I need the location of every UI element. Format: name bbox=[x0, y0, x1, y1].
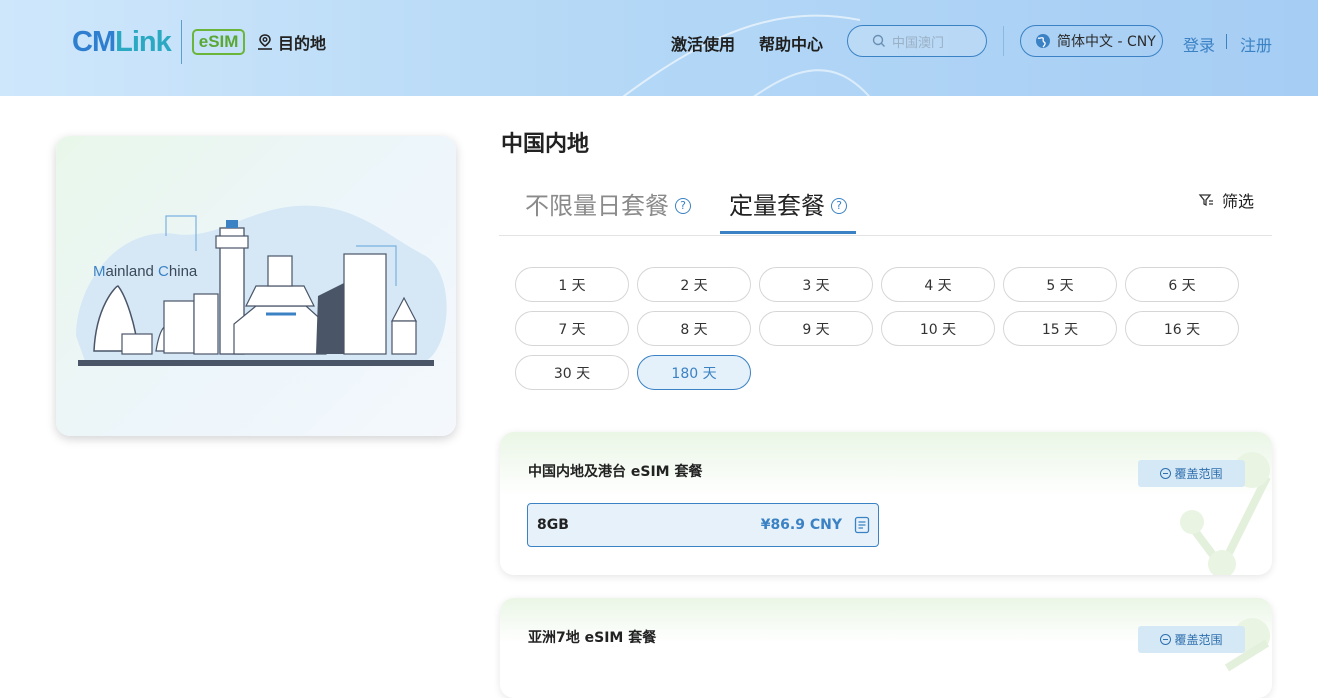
minus-circle-icon bbox=[1160, 468, 1172, 479]
duration-chip-6[interactable]: 6 天 bbox=[1125, 267, 1239, 302]
duration-chip-30[interactable]: 30 天 bbox=[515, 355, 629, 390]
page-title: 中国内地 bbox=[501, 132, 590, 157]
active-tab-indicator bbox=[720, 231, 856, 234]
search-placeholder: 中国澳门 bbox=[892, 35, 945, 51]
package-card: 亚洲7地 eSIM 套餐 覆盖范围 bbox=[500, 598, 1272, 698]
tabs-divider bbox=[499, 235, 1272, 236]
duration-chip-5[interactable]: 5 天 bbox=[1003, 267, 1117, 302]
duration-chip-15[interactable]: 15 天 bbox=[1003, 311, 1117, 346]
duration-chip-10[interactable]: 10 天 bbox=[881, 311, 995, 346]
coverage-button[interactable]: 覆盖范围 bbox=[1138, 460, 1245, 487]
auth-separator bbox=[1226, 34, 1227, 49]
location-pin-icon bbox=[258, 34, 272, 50]
globe-icon bbox=[1036, 34, 1050, 48]
duration-chip-9[interactable]: 9 天 bbox=[759, 311, 873, 346]
plan-option-selected[interactable]: 8GB ¥86.9 CNY bbox=[527, 503, 879, 547]
help-icon[interactable]: ? bbox=[831, 197, 847, 214]
help-icon[interactable]: ? bbox=[675, 197, 691, 214]
login-link[interactable]: 登录 bbox=[1183, 32, 1215, 56]
filter-label: 筛选 bbox=[1222, 192, 1255, 211]
destination-illustration: Mainland China bbox=[56, 136, 456, 436]
cmlink-wordmark: CMLink bbox=[72, 25, 172, 58]
coverage-button[interactable]: 覆盖范围 bbox=[1138, 626, 1245, 653]
minus-circle-icon bbox=[1160, 634, 1172, 645]
city-skyline-illustration: Mainland China bbox=[76, 205, 447, 366]
register-link[interactable]: 注册 bbox=[1240, 32, 1272, 56]
duration-chip-1[interactable]: 1 天 bbox=[515, 267, 629, 302]
search-icon bbox=[872, 34, 885, 47]
package-card: 中国内地及港台 eSIM 套餐 覆盖范围 8GB ¥86.9 CNY bbox=[500, 432, 1272, 575]
filter-button[interactable]: 筛选 bbox=[1198, 188, 1254, 212]
language-currency-selector[interactable]: 简体中文 - CNY bbox=[1020, 25, 1163, 57]
logo-divider bbox=[180, 20, 182, 64]
header-divider bbox=[1003, 26, 1004, 56]
package-title: 中国内地及港台 eSIM 套餐 bbox=[528, 464, 703, 480]
plan-data-amount: 8GB bbox=[537, 517, 569, 533]
search-input[interactable]: 中国澳门 bbox=[847, 25, 987, 57]
cmlink-esim-logo[interactable]: CMLink eSIM bbox=[72, 18, 246, 66]
destination-link[interactable]: 目的地 bbox=[256, 30, 326, 54]
esim-badge: eSIM bbox=[191, 29, 246, 55]
filter-icon bbox=[1198, 194, 1213, 207]
destination-label: 目的地 bbox=[278, 34, 327, 53]
duration-chip-8[interactable]: 8 天 bbox=[637, 311, 751, 346]
nav-activate[interactable]: 激活使用 bbox=[671, 31, 735, 55]
language-label: 简体中文 - CNY bbox=[1057, 34, 1156, 50]
package-decoration bbox=[1180, 452, 1271, 575]
duration-chip-4[interactable]: 4 天 bbox=[881, 267, 995, 302]
details-doc-icon[interactable] bbox=[854, 516, 870, 534]
duration-chip-3[interactable]: 3 天 bbox=[759, 267, 873, 302]
duration-chip-16[interactable]: 16 天 bbox=[1125, 311, 1239, 346]
tab-label: 定量套餐 bbox=[729, 192, 825, 220]
nav-help-center[interactable]: 帮助中心 bbox=[759, 31, 823, 55]
site-header: CMLink eSIM 目的地 激活使用 帮助中心 中国澳门 简体中文 - CN… bbox=[0, 0, 1318, 96]
tab-unlimited-daily[interactable]: 不限量日套餐 ? bbox=[525, 186, 691, 221]
plan-price: ¥86.9 CNY bbox=[760, 517, 842, 533]
duration-chip-2[interactable]: 2 天 bbox=[637, 267, 751, 302]
svg-text:Mainland China: Mainland China bbox=[93, 263, 198, 280]
duration-chip-180-selected[interactable]: 180 天 bbox=[637, 355, 751, 390]
package-title: 亚洲7地 eSIM 套餐 bbox=[528, 630, 657, 646]
tab-label: 不限量日套餐 bbox=[525, 192, 669, 220]
coverage-label: 覆盖范围 bbox=[1174, 633, 1223, 647]
coverage-label: 覆盖范围 bbox=[1174, 467, 1223, 481]
tab-fixed-data[interactable]: 定量套餐 ? bbox=[729, 186, 847, 221]
duration-chip-7[interactable]: 7 天 bbox=[515, 311, 629, 346]
